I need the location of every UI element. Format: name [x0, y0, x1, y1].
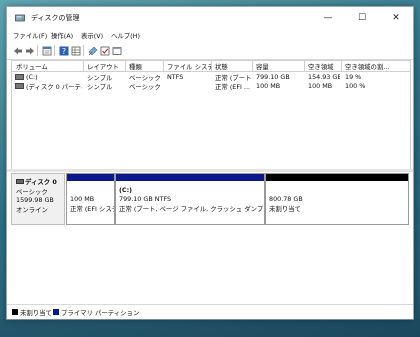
- disk-0-label[interactable]: ディスク 0 ベーシック 1599.98 GB オンライン: [11, 173, 65, 225]
- column-divider[interactable]: [252, 61, 253, 71]
- volume-row[interactable]: (ディスク 0 パーティシ... シンプル ベーシック 正常 (EFI ... …: [12, 81, 410, 91]
- close-button[interactable]: ✕: [379, 7, 413, 29]
- legend: 未割り当て プライマリ パーティション: [7, 304, 413, 319]
- toolbar: ?: [7, 42, 413, 60]
- title-bar: ディスクの管理 — ☐ ✕: [7, 7, 413, 29]
- column-header-free-percent[interactable]: 空き領域の割...: [345, 62, 408, 71]
- minimize-button[interactable]: —: [311, 7, 345, 29]
- volume-type: ベーシック: [129, 83, 161, 91]
- menu-view[interactable]: 表示(V): [81, 31, 103, 40]
- volume-row[interactable]: (C:) シンプル ベーシック NTFS 正常 (ブート... 799.10 G…: [12, 72, 410, 82]
- menu-file[interactable]: ファイル(F): [13, 31, 47, 40]
- column-header-type[interactable]: 種類: [129, 62, 161, 71]
- column-header-free-space[interactable]: 空き領域: [308, 62, 340, 71]
- close-icon: ✕: [392, 13, 400, 23]
- column-header-volume[interactable]: ボリューム: [16, 62, 80, 71]
- back-arrow-icon[interactable]: [12, 45, 23, 56]
- column-header-layout[interactable]: レイアウト: [87, 62, 123, 71]
- window-title: ディスクの管理: [31, 14, 80, 22]
- partition-status: 未割り当て: [269, 205, 301, 213]
- volume-name: (C:): [26, 73, 38, 81]
- volume-list-header: ボリューム レイアウト 種類 ファイル システム 状態 容量 空き領域 空き領域…: [12, 61, 410, 72]
- column-divider[interactable]: [83, 61, 84, 71]
- volume-name: (ディスク 0 パーティシ...: [26, 83, 82, 91]
- menu-action[interactable]: 操作(A): [51, 31, 73, 40]
- unallocated-bar: [266, 174, 408, 181]
- partition-status: 正常 (EFI システ: [70, 205, 115, 213]
- disk-status: オンライン: [16, 206, 48, 214]
- minimize-icon: —: [323, 13, 333, 23]
- partition-efi[interactable]: 100 MB 正常 (EFI システ: [66, 173, 115, 225]
- disk-name: ディスク 0: [25, 178, 57, 186]
- svg-text:?: ?: [61, 47, 65, 56]
- menu-help[interactable]: ヘルプ(H): [111, 31, 140, 40]
- menu-bar: ファイル(F) 操作(A) 表示(V) ヘルプ(H): [7, 29, 413, 42]
- maximize-icon: ☐: [357, 13, 367, 23]
- volume-free-space: 100 MB: [308, 82, 333, 90]
- disk-type: ベーシック: [16, 188, 48, 196]
- disk-management-window: ディスクの管理 — ☐ ✕ ファイル(F) 操作(A) 表示(V) ヘルプ(H)…: [6, 6, 414, 320]
- primary-partition-bar: [67, 174, 114, 181]
- disk-map-pane: ディスク 0 ベーシック 1599.98 GB オンライン 100 MB 正常 …: [11, 173, 409, 301]
- column-header-filesystem[interactable]: ファイル システム: [167, 62, 211, 71]
- column-divider[interactable]: [125, 61, 126, 71]
- volume-layout: シンプル: [87, 83, 113, 91]
- partition-name: (C:): [119, 186, 133, 194]
- volume-filesystem: NTFS: [167, 73, 184, 81]
- partition-c[interactable]: (C:) 799.10 GB NTFS 正常 (ブート, ページ ファイル, ク…: [115, 173, 265, 225]
- list-view-icon[interactable]: [70, 45, 81, 56]
- forward-arrow-icon[interactable]: [24, 45, 35, 56]
- volume-free-percent: 100 %: [345, 82, 366, 90]
- toolbar-separator: [37, 45, 38, 56]
- column-divider[interactable]: [163, 61, 164, 71]
- disk-icon: [16, 179, 24, 184]
- volume-free-space: 154.93 GB: [308, 73, 340, 81]
- disk-management-app-icon: [15, 14, 25, 22]
- disk-size: 1599.98 GB: [16, 196, 54, 204]
- toolbar-separator: [54, 45, 55, 56]
- partition-size: 100 MB: [70, 195, 95, 203]
- drive-icon: [15, 74, 24, 80]
- drive-icon: [15, 83, 24, 89]
- legend-primary-swatch: [53, 309, 59, 315]
- connect-icon[interactable]: [87, 45, 98, 56]
- primary-partition-bar: [116, 174, 264, 181]
- volume-list: ボリューム レイアウト 種類 ファイル システム 状態 容量 空き領域 空き領域…: [11, 60, 411, 170]
- volume-capacity: 799.10 GB: [256, 73, 290, 81]
- partition-size: 800.78 GB: [269, 195, 303, 203]
- volume-capacity: 100 MB: [256, 82, 281, 90]
- unallocated-space[interactable]: 800.78 GB 未割り当て: [265, 173, 409, 225]
- maximize-button[interactable]: ☐: [345, 7, 379, 29]
- check-icon[interactable]: [99, 45, 110, 56]
- legend-unallocated-label: 未割り当て: [20, 309, 52, 317]
- help-icon[interactable]: ?: [58, 45, 69, 56]
- pane-splitter[interactable]: [7, 169, 413, 172]
- column-header-status[interactable]: 状態: [215, 62, 251, 71]
- column-divider[interactable]: [341, 61, 342, 71]
- legend-unallocated-swatch: [12, 309, 18, 315]
- window-icon[interactable]: [111, 45, 122, 56]
- taskbar-strip: [0, 319, 420, 337]
- properties-icon[interactable]: [41, 45, 52, 56]
- legend-primary-label: プライマリ パーティション: [61, 309, 140, 317]
- column-divider[interactable]: [211, 61, 212, 71]
- column-header-capacity[interactable]: 容量: [256, 62, 302, 71]
- volume-status: 正常 (EFI ...: [215, 83, 251, 91]
- toolbar-separator: [83, 45, 84, 56]
- partition-size: 799.10 GB NTFS: [119, 195, 172, 203]
- partition-status: 正常 (ブート, ページ ファイル, クラッシュ ダンプ, ベーシック: [119, 205, 265, 213]
- volume-free-percent: 19 %: [345, 73, 362, 81]
- column-divider[interactable]: [304, 61, 305, 71]
